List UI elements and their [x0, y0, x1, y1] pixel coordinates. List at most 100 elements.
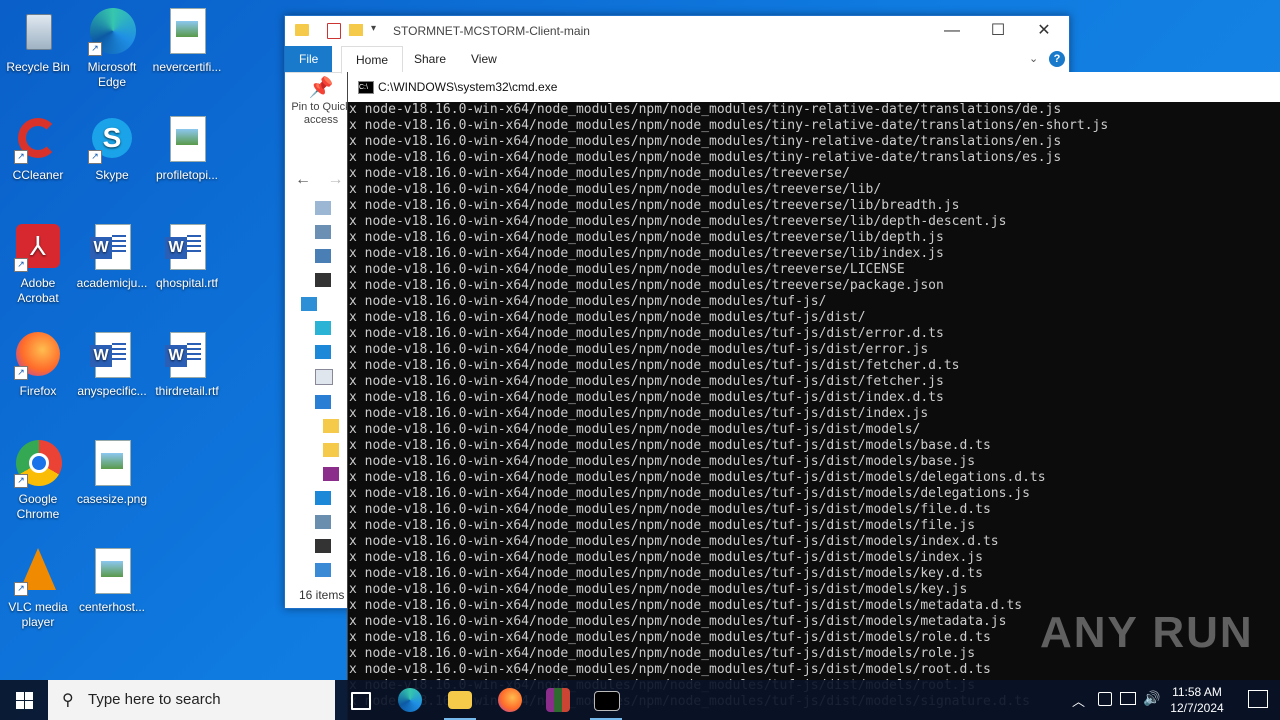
videos-icon[interactable] — [315, 539, 331, 553]
volume-icon[interactable]: 🔊 — [1143, 690, 1160, 707]
desktop-icon-label: Microsoft Edge — [87, 60, 137, 89]
desktop-icon-file[interactable]: centerhost... — [74, 548, 150, 615]
notification-icon[interactable] — [1248, 690, 1268, 708]
console-line: x node-v18.16.0-win-x64/node_modules/npm… — [349, 134, 1062, 149]
desktop-icon-file[interactable]: W thirdretail.rtf — [149, 332, 225, 399]
taskbar-winrar[interactable] — [534, 680, 582, 720]
desktop-icon-file[interactable]: W qhospital.rtf — [149, 224, 225, 291]
folder-icon[interactable] — [323, 419, 339, 433]
desktop-icon-label: Skype — [95, 168, 129, 182]
minimize-button[interactable]: — — [929, 16, 975, 46]
documents-icon[interactable] — [315, 369, 333, 385]
downloads-icon[interactable] — [315, 225, 331, 239]
pin-icon: 📌 — [308, 77, 334, 99]
pin-to-quick-access-button[interactable]: 📌 Pin to Quick access — [291, 77, 351, 127]
cmd-icon — [594, 691, 620, 711]
taskbar-clock[interactable]: 11:58 AM 12/7/2024 — [1162, 684, 1232, 716]
clock-time: 11:58 AM — [1172, 685, 1222, 699]
desktop-icon-vlc[interactable]: ↗ VLC media player — [0, 548, 76, 630]
taskbar-search-box[interactable]: ⚲ Type here to search — [48, 680, 335, 720]
desktop-icon-file[interactable]: W anyspecific... — [74, 332, 150, 399]
taskbar-edge[interactable] — [386, 680, 434, 720]
console-line: x node-v18.16.0-win-x64/node_modules/npm… — [349, 566, 983, 581]
back-button[interactable]: ← — [295, 171, 311, 188]
console-line: x node-v18.16.0-win-x64/node_modules/npm… — [349, 470, 1046, 485]
desktop-icon[interactable] — [315, 201, 331, 215]
this-pc-icon[interactable] — [301, 297, 317, 311]
desktop-icon-label: VLC media player — [8, 600, 68, 629]
console-line: x node-v18.16.0-win-x64/node_modules/npm… — [349, 182, 882, 197]
console-line: x node-v18.16.0-win-x64/node_modules/npm… — [349, 534, 999, 549]
desktop-icon-chrome[interactable]: ↗ Google Chrome — [0, 440, 76, 522]
display-icon[interactable] — [1120, 692, 1136, 705]
close-button[interactable]: ✕ — [1021, 16, 1067, 46]
downloads-folder-icon[interactable] — [315, 395, 331, 409]
console-line: x node-v18.16.0-win-x64/node_modules/npm… — [349, 662, 991, 677]
task-view-icon — [351, 692, 371, 710]
status-item-count: 16 items — [299, 588, 345, 602]
desktop-icon-file[interactable]: casesize.png — [74, 440, 150, 507]
desktop-icon-label: CCleaner — [12, 168, 64, 182]
taskbar-cmd[interactable] — [582, 680, 630, 720]
desktop-icon-edge[interactable]: ↗ Microsoft Edge — [74, 8, 150, 90]
tab-home[interactable]: Home — [341, 46, 404, 74]
archive-icon[interactable] — [323, 467, 339, 481]
taskbar-file-explorer[interactable] — [436, 680, 484, 720]
start-button[interactable] — [0, 680, 48, 720]
network-icon[interactable] — [315, 563, 331, 577]
folder-icon[interactable] — [323, 443, 339, 457]
3d-objects-icon[interactable] — [315, 321, 331, 335]
desktop-icon-file[interactable]: profiletopi... — [149, 116, 225, 183]
vlc-icon: ↗ — [14, 548, 62, 596]
desktop-icon-file[interactable]: nevercertifi... — [149, 8, 225, 75]
firefox-icon — [498, 688, 522, 712]
desktop-icon-firefox[interactable]: ↗ Firefox — [0, 332, 76, 399]
tab-file[interactable]: File — [285, 46, 333, 72]
desktop-icon-label: Firefox — [19, 384, 57, 398]
new-folder-icon[interactable] — [349, 24, 363, 36]
desktop-icon-file[interactable]: W academicju... — [74, 224, 150, 291]
console-line: x node-v18.16.0-win-x64/node_modules/npm… — [349, 438, 991, 453]
tab-share[interactable]: Share — [400, 46, 460, 72]
maximize-button[interactable]: ☐ — [975, 16, 1021, 46]
desktop-icon-ccleaner[interactable]: ↗ CCleaner — [0, 116, 76, 183]
folder-icon — [448, 691, 472, 709]
videos-icon[interactable] — [315, 273, 331, 287]
desktop-icon-label: centerhost... — [78, 600, 146, 614]
desktop-icon-recycle-bin[interactable]: Recycle Bin — [0, 8, 76, 75]
ccleaner-icon: ↗ — [14, 116, 62, 164]
network-icon[interactable] — [1098, 692, 1112, 706]
console-line: x node-v18.16.0-win-x64/node_modules/npm… — [349, 342, 929, 357]
chevron-down-icon[interactable]: ▾ — [371, 23, 376, 34]
tab-view[interactable]: View — [457, 46, 511, 72]
chevron-down-icon[interactable]: ⌄ — [1029, 52, 1038, 65]
explorer-titlebar[interactable]: ▾ STORMNET-MCSTORM-Client-main — ☐ ✕ — [285, 16, 1069, 46]
console-line: x node-v18.16.0-win-x64/node_modules/npm… — [349, 150, 1062, 165]
pictures-icon[interactable] — [315, 515, 331, 529]
archive-icon — [546, 688, 570, 712]
console-line: x node-v18.16.0-win-x64/node_modules/npm… — [349, 118, 1109, 133]
search-icon[interactable] — [315, 249, 331, 263]
console-line: x node-v18.16.0-win-x64/node_modules/npm… — [349, 582, 968, 597]
properties-icon[interactable] — [327, 23, 341, 39]
help-icon[interactable]: ? — [1049, 51, 1065, 67]
music-icon[interactable] — [315, 491, 331, 505]
desktop-folder-icon[interactable] — [315, 345, 331, 359]
console-line: x node-v18.16.0-win-x64/node_modules/npm… — [349, 246, 944, 261]
task-view-button[interactable] — [336, 680, 384, 720]
desktop-icon-acrobat[interactable]: ⅄ ↗ Adobe Acrobat — [0, 224, 76, 306]
console-line: x node-v18.16.0-win-x64/node_modules/npm… — [349, 166, 850, 181]
firefox-icon: ↗ — [14, 332, 62, 380]
desktop-icon-label: profiletopi... — [155, 168, 219, 182]
edge-icon — [398, 688, 422, 712]
cmd-titlebar[interactable]: C:\ C:\WINDOWS\system32\cmd.exe — [348, 72, 1280, 102]
console-line: x node-v18.16.0-win-x64/node_modules/npm… — [349, 422, 921, 437]
console-line: x node-v18.16.0-win-x64/node_modules/npm… — [349, 294, 827, 309]
taskbar-firefox[interactable] — [486, 680, 534, 720]
ribbon-tabs: File Home Share View ⌄ ? — [285, 46, 1069, 74]
chevron-up-icon[interactable]: ︿ — [1072, 691, 1085, 710]
desktop-icon-skype[interactable]: S ↗ Skype — [74, 116, 150, 183]
forward-button[interactable]: → — [327, 171, 343, 188]
chrome-icon: ↗ — [14, 440, 62, 488]
console-line: x node-v18.16.0-win-x64/node_modules/npm… — [349, 326, 944, 341]
